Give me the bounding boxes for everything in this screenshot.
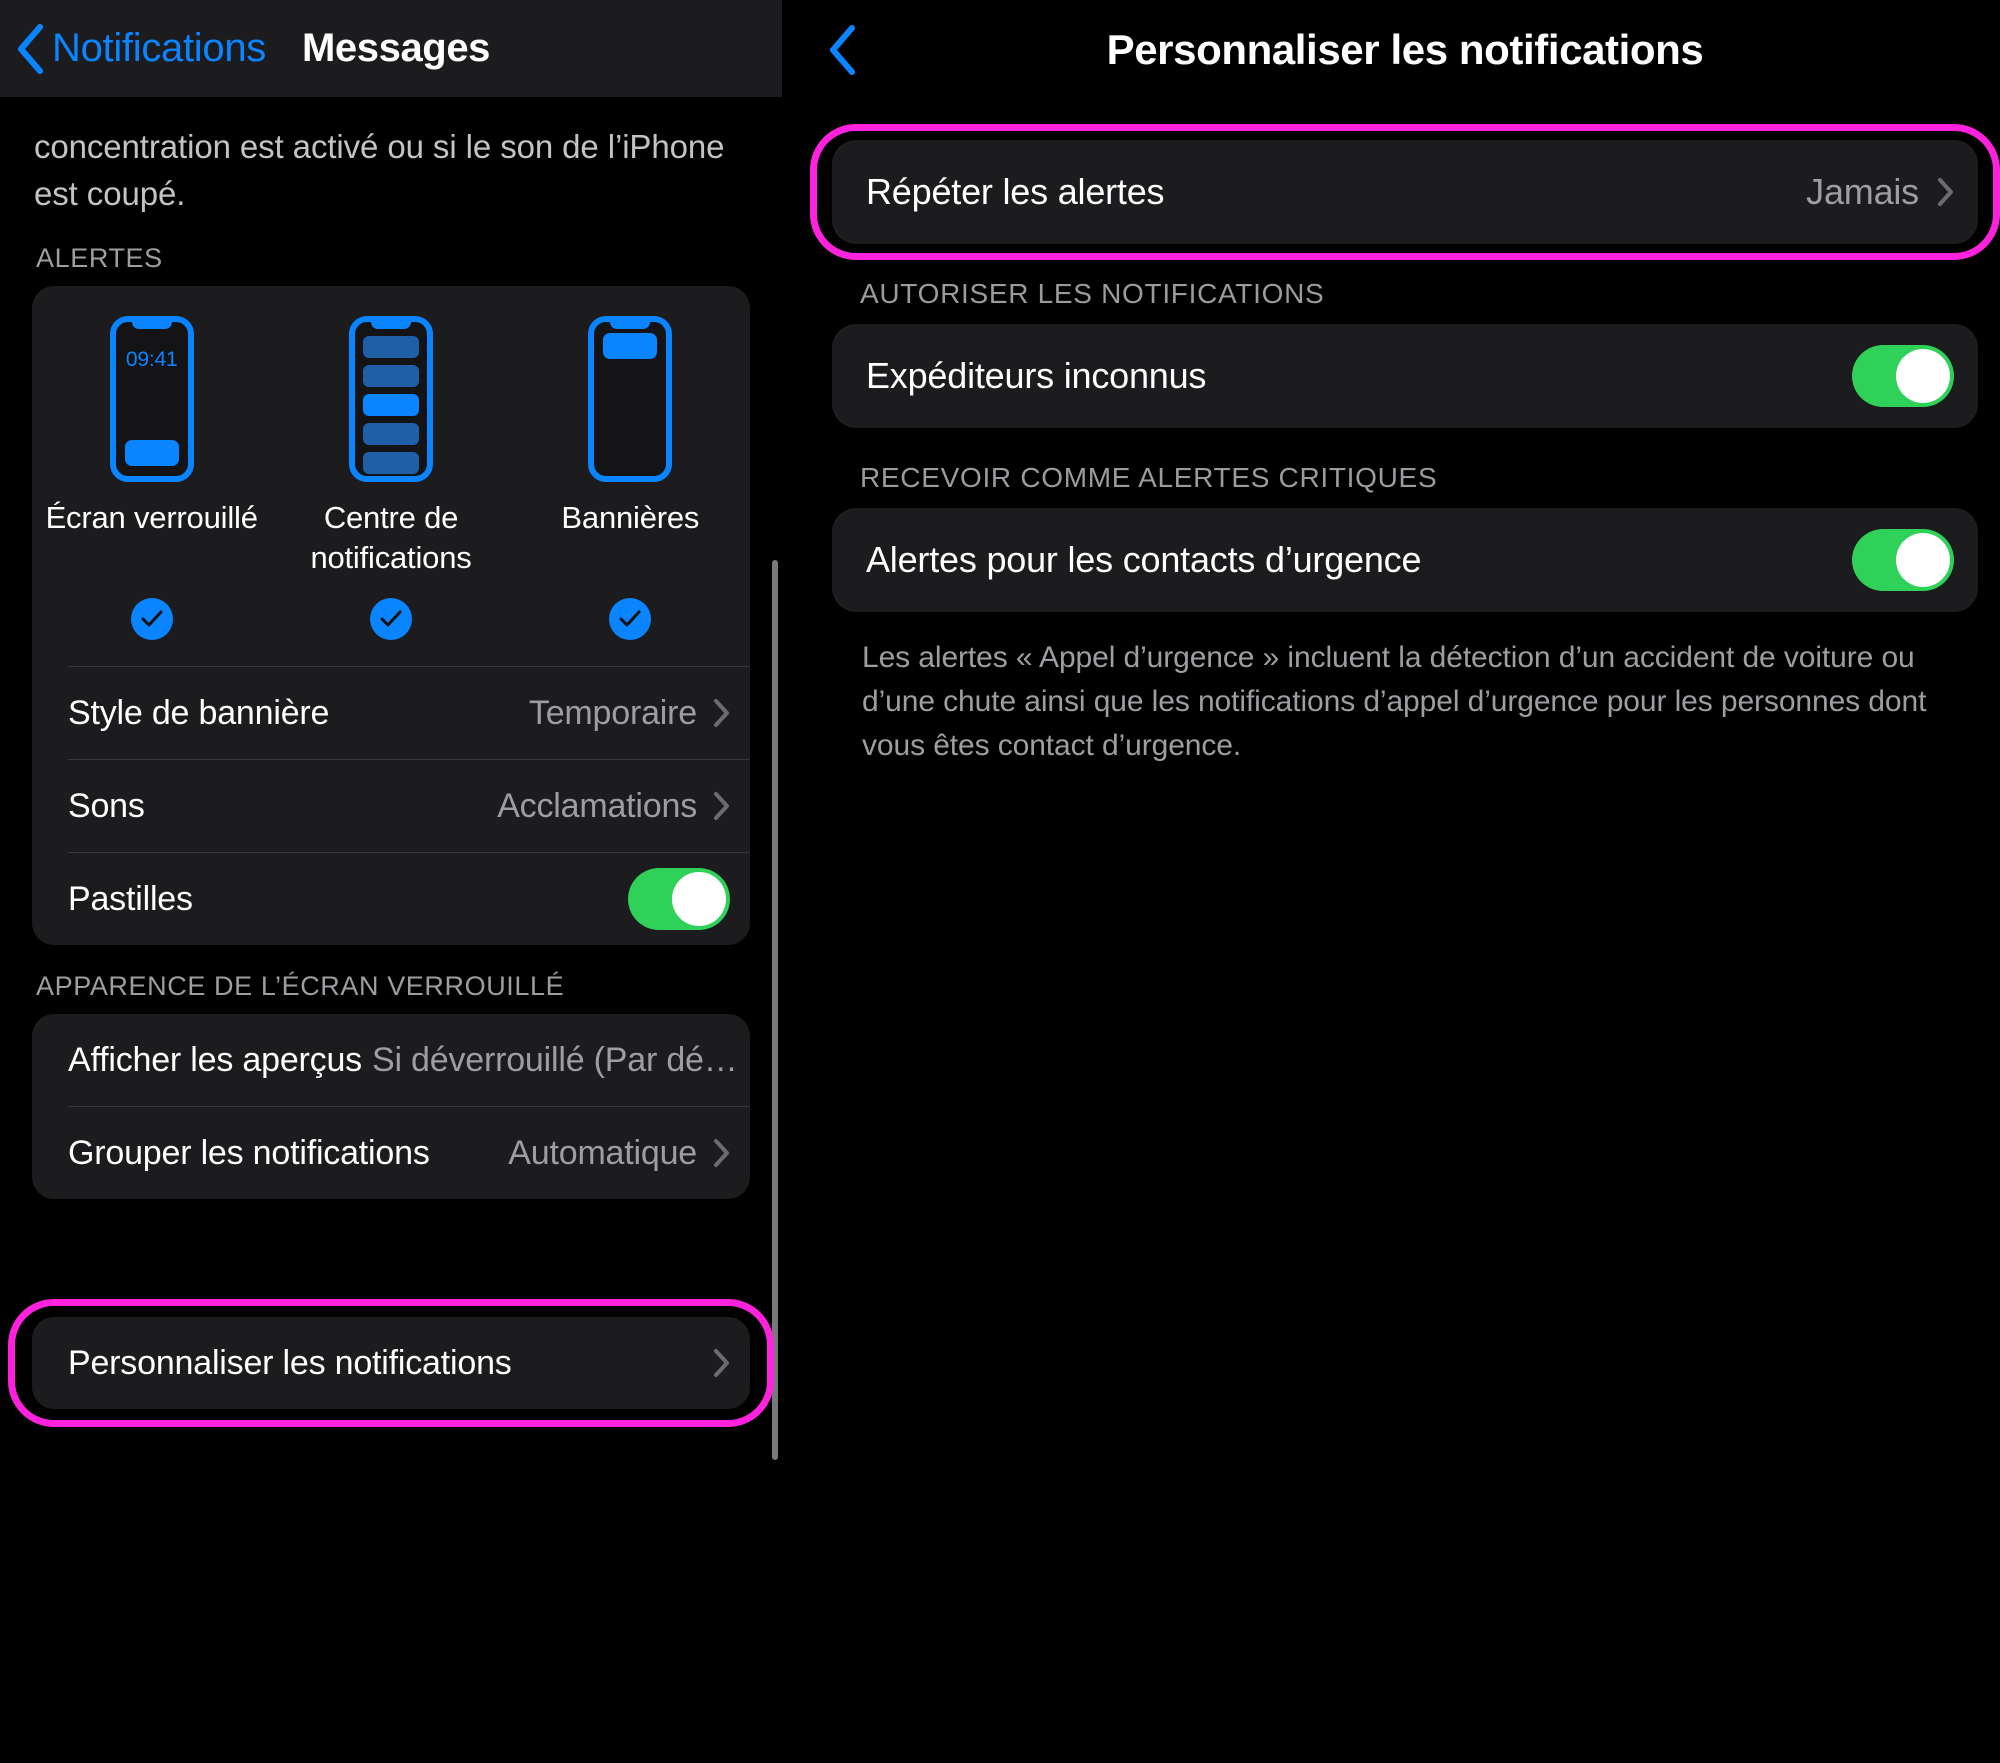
row-label-group-notifications: Grouper les notifications [68, 1133, 430, 1172]
chevron-right-icon [1938, 178, 1953, 206]
allow-notifications-section-header: AUTORISER LES NOTIFICATIONS [860, 278, 1325, 309]
row-label-banner-style: Style de bannière [68, 693, 330, 732]
banner-bar [603, 333, 658, 359]
row-label-customize-notifications: Personnaliser les notifications [68, 1343, 512, 1382]
row-repeat-alerts[interactable]: Répéter les alertes Jamais [832, 140, 1978, 244]
back-chevron-icon[interactable] [14, 21, 48, 77]
choice-label-notification-center: Centre de notifications [310, 500, 472, 575]
row-emergency-contacts-alerts[interactable]: Alertes pour les contacts d’urgence [832, 508, 1978, 612]
right-phone-screen: Personnaliser les notifications Répéter … [810, 0, 2000, 1763]
notification-row [362, 423, 419, 445]
row-label-emergency-contacts-alerts: Alertes pour les contacts d’urgence [866, 539, 1422, 580]
notification-row [362, 365, 419, 387]
left-navigation-bar: Notifications Messages [0, 0, 782, 97]
toggle-knob [1896, 533, 1950, 587]
lock-screen-section-header: APPARENCE DE L’ÉCRAN VERROUILLÉ [36, 971, 565, 1001]
back-chevron-icon[interactable] [826, 22, 860, 78]
checkmark-icon[interactable] [130, 598, 173, 640]
checkmark-icon[interactable] [609, 598, 652, 640]
critical-alerts-footnote: Les alertes « Appel d’urgence » incluent… [862, 641, 1927, 762]
phone-notch-icon [131, 322, 172, 329]
row-value-banner-style: Temporaire [528, 693, 697, 732]
back-button-label[interactable]: Notifications [52, 26, 266, 71]
choice-lock-screen[interactable]: 09:41 Écran verrouillé [32, 316, 271, 578]
left-phone-screen: Notifications Messages concentration est… [0, 0, 782, 1763]
row-unknown-senders[interactable]: Expéditeurs inconnus [832, 324, 1978, 428]
choice-label-lock-screen: Écran verrouillé [45, 500, 258, 535]
unknown-senders-toggle[interactable] [1852, 345, 1954, 407]
row-group-notifications[interactable]: Grouper les notifications Automatique [32, 1107, 750, 1199]
intro-paragraph: concentration est activé ou si le son de… [32, 97, 750, 217]
repeat-alerts-card: Répéter les alertes Jamais [832, 140, 1978, 244]
row-banner-style[interactable]: Style de bannière Temporaire [32, 667, 750, 759]
top-gap [832, 100, 1978, 140]
row-show-previews[interactable]: Afficher les aperçus Si déverrouillé (Pa… [32, 1014, 750, 1106]
notification-row-highlighted [362, 394, 419, 416]
right-navigation-bar: Personnaliser les notifications [810, 0, 2000, 100]
chevron-right-icon [714, 792, 729, 820]
row-label-show-previews: Afficher les aperçus [68, 1040, 362, 1079]
right-scroll-body[interactable]: Répéter les alertes Jamais AUTORISER LES… [810, 100, 2000, 1763]
row-customize-notifications[interactable]: Personnaliser les notifications [32, 1317, 750, 1409]
lock-screen-notification-bar [124, 440, 179, 466]
phone-notch-icon [370, 322, 411, 329]
row-label-sounds: Sons [68, 786, 145, 825]
lock-screen-card: Afficher les aperçus Si déverrouillé (Pa… [32, 1014, 750, 1199]
choice-label-banners: Bannières [561, 500, 700, 535]
chevron-right-icon [714, 1349, 729, 1377]
checkmark-cell-notification-center[interactable] [271, 598, 510, 640]
critical-alerts-section-header: RECEVOIR COMME ALERTES CRITIQUES [860, 462, 1438, 493]
chevron-right-icon [714, 1139, 729, 1167]
checkmark-cell-banners[interactable] [511, 598, 750, 640]
repeat-alerts-wrapper: Répéter les alertes Jamais [810, 124, 2000, 260]
notification-row [362, 336, 419, 358]
checkmark-cell-lock-screen[interactable] [32, 598, 271, 640]
row-label-repeat-alerts: Répéter les alertes [866, 171, 1165, 212]
row-label-unknown-senders: Expéditeurs inconnus [866, 355, 1207, 396]
critical-alerts-card: Alertes pour les contacts d’urgence [832, 508, 1978, 612]
row-value-show-previews: Si déverrouillé (Par dé… [371, 1040, 738, 1079]
badges-toggle[interactable] [628, 868, 730, 930]
toggle-knob [672, 872, 726, 926]
choice-banners[interactable]: Bannières [511, 316, 750, 578]
alerts-card: 09:41 Écran verrouillé Centre de notific… [32, 286, 750, 945]
emergency-contacts-toggle[interactable] [1852, 529, 1954, 591]
alert-style-checkmarks [32, 586, 750, 666]
row-label-badges: Pastilles [68, 879, 193, 918]
phone-notch-icon [610, 322, 651, 329]
row-value-repeat-alerts: Jamais [1806, 171, 1919, 212]
intro-paragraph-text: concentration est activé ou si le son de… [34, 128, 725, 212]
left-page-title: Messages [301, 26, 491, 70]
dual-screenshot-container: Notifications Messages concentration est… [0, 0, 2000, 1763]
right-page-title: Personnaliser les notifications [1106, 26, 1704, 73]
row-sounds[interactable]: Sons Acclamations [32, 760, 750, 852]
chevron-right-icon [714, 699, 729, 727]
panel-separator [782, 0, 1793, 1763]
banners-phone-icon [588, 316, 673, 482]
notification-stack [362, 336, 419, 474]
checkmark-icon[interactable] [369, 598, 412, 640]
customize-notifications-wrapper: Personnaliser les notifications [8, 1299, 774, 1427]
row-badges[interactable]: Pastilles [32, 853, 750, 945]
alert-style-choices: 09:41 Écran verrouillé Centre de notific… [32, 286, 750, 586]
allow-notifications-card: Expéditeurs inconnus [832, 324, 1978, 428]
toggle-knob [1896, 349, 1950, 403]
clipped-text-line [34, 109, 748, 123]
row-value-group-notifications: Automatique [508, 1133, 697, 1172]
customize-notifications-card: Personnaliser les notifications [32, 1317, 750, 1409]
alerts-section-header: ALERTES [36, 243, 163, 273]
notification-row [362, 452, 419, 474]
phone-clock-label: 09:41 [125, 348, 178, 371]
notification-center-phone-icon [348, 316, 433, 482]
scroll-indicator[interactable] [772, 560, 778, 1460]
lock-screen-phone-icon: 09:41 [109, 316, 194, 482]
left-scroll-body[interactable]: concentration est activé ou si le son de… [0, 97, 782, 1763]
choice-notification-center[interactable]: Centre de notifications [271, 316, 510, 578]
row-value-sounds: Acclamations [497, 786, 697, 825]
